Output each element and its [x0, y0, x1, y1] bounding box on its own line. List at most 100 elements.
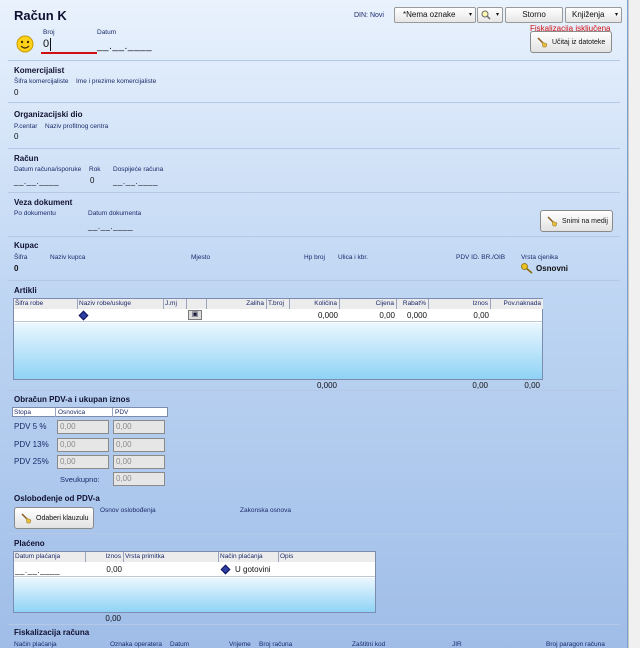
datum-input[interactable]: __.__.____ [97, 41, 152, 52]
artikli-row-rabat[interactable]: 0,000 [397, 311, 427, 320]
komercijalist-sifra-label: Šifra komercijaliste [14, 78, 69, 85]
osnov-label: Osnov oslobođenja [100, 507, 156, 514]
pdv-row-stopa: PDV 5 % [14, 422, 47, 431]
choose-clause-button[interactable]: Odaberi klauzulu [14, 507, 94, 529]
pdv-row-pdv: 0,00 [113, 438, 165, 452]
placeno-grid[interactable]: Datum plaćanja Iznos Vrsta primitka Nači… [13, 551, 376, 613]
broj-input[interactable]: 0 [41, 37, 97, 54]
org-title: Organizacijski dio [14, 110, 83, 119]
broj-label: Broj [43, 29, 55, 36]
org-naziv-label: Naziv profitnog centra [45, 123, 109, 130]
broom-icon [547, 216, 558, 227]
veza-datum-input[interactable]: __.__.____ [88, 222, 133, 231]
komercijalist-value[interactable]: 0 [14, 88, 18, 97]
search-button[interactable]: ▾ [477, 7, 503, 23]
placeno-title: Plaćeno [14, 539, 45, 548]
fiskal-col-vrijeme: Vrijeme [229, 641, 251, 648]
placeno-total: 0,00 [105, 614, 121, 623]
fiskal-col-operater: Oznaka operatera [110, 641, 163, 648]
artikli-col-zaliha[interactable]: Zaliha [207, 299, 267, 309]
choose-clause-label: Odaberi klauzulu [36, 514, 89, 522]
artikli-col-tbroj[interactable]: T.broj [267, 299, 290, 309]
racun-rok-input[interactable]: 0 [90, 176, 94, 185]
artikli-row-iznos[interactable]: 0,00 [429, 311, 489, 320]
kupac-vrsta-value[interactable]: Osnovni [536, 264, 568, 273]
lookup-icon[interactable] [220, 564, 231, 575]
artikli-row-kolicina[interactable]: 0,000 [290, 311, 338, 320]
racun-datum-label: Datum računa/isporuke [14, 166, 82, 173]
pdv-row-stopa: PDV 13% [14, 440, 49, 449]
key-icon[interactable] [521, 263, 533, 274]
calculator-icon[interactable]: ▣ [188, 310, 202, 320]
komercijalist-ime-label: Ime i prezime komercijaliste [76, 78, 157, 85]
artikli-col-empty[interactable] [187, 299, 207, 309]
placeno-col-vrsta[interactable]: Vrsta primitka [124, 552, 219, 562]
divider [8, 148, 620, 149]
storno-button[interactable]: Storno [505, 7, 563, 23]
pdv-row-osnovica: 0,00 [57, 420, 109, 434]
pdv-header: Stopa Osnovica PDV [12, 407, 168, 417]
save-to-media-label: Snimi na medij [562, 217, 608, 225]
lookup-icon[interactable] [78, 310, 89, 321]
divider [8, 624, 620, 625]
racun-datum-input[interactable]: __.__.____ [14, 177, 59, 186]
kupac-pdvid-label: PDV ID. BR./OIB [456, 254, 506, 261]
artikli-grid-body [14, 323, 542, 379]
placeno-row-iznos[interactable]: 0,00 [86, 565, 122, 574]
pdv-col-pdv: PDV [115, 409, 129, 416]
placeno-col-iznos[interactable]: Iznos [86, 552, 124, 562]
placeno-row-nacin[interactable]: U gotovini [235, 565, 271, 574]
artikli-col-iznos[interactable]: Iznos [429, 299, 491, 309]
chevron-down-icon: ▾ [495, 12, 499, 18]
artikli-col-kolicina[interactable]: Količina [290, 299, 340, 309]
knjizenja-button[interactable]: Knjiženja ▾ [565, 7, 622, 23]
broj-value: 0 [43, 38, 50, 50]
artikli-col-naziv[interactable]: Naziv robe/usluge [78, 299, 164, 309]
save-to-media-button[interactable]: Snimi na medij [540, 210, 613, 232]
racun-dospijece-input[interactable]: __.__.____ [113, 177, 158, 186]
din-label: DIN: Novi [354, 12, 384, 19]
load-from-file-button[interactable]: Učitaj iz datoteke [530, 31, 612, 53]
artikli-col-sifra[interactable]: Šifra robe [14, 299, 78, 309]
pdv-row-stopa: PDV 25% [14, 457, 49, 466]
divider [8, 490, 620, 491]
fiskal-col-nacin: Način plaćanja [14, 641, 57, 648]
artikli-col-cijena[interactable]: Cijena [340, 299, 397, 309]
artikli-row-cijena[interactable]: 0,00 [340, 311, 395, 320]
fiskal-col-paragon: Broj paragon računa [546, 641, 605, 648]
placeno-col-opis[interactable]: Opis [279, 552, 375, 562]
divider [8, 60, 620, 61]
pdv-col-osnovica: Osnovica [58, 409, 86, 416]
tag-select[interactable]: *Nema oznake ▾ [394, 7, 476, 23]
chevron-down-icon: ▾ [468, 12, 472, 18]
artikli-col-rabat[interactable]: Rabat% [397, 299, 429, 309]
kupac-title: Kupac [14, 241, 39, 250]
divider [8, 236, 620, 237]
broom-icon [537, 37, 548, 48]
datum-label: Datum [97, 29, 117, 36]
artikli-total-pov: 0,00 [524, 381, 540, 390]
vertical-scrollbar[interactable] [628, 0, 640, 648]
pdv-col-stopa: Stopa [14, 409, 31, 416]
org-value[interactable]: 0 [14, 132, 18, 141]
invoice-window: Račun K DIN: Novi *Nema oznake ▾ ▾ Storn… [0, 0, 628, 648]
placeno-col-nacin[interactable]: Način plaćanja [219, 552, 279, 562]
sveukupno-value: 0,00 [113, 472, 165, 486]
artikli-grid[interactable]: Šifra robe Naziv robe/usluge J.mj Zaliha… [13, 298, 543, 380]
sveukupno-label: Sveukupno: [60, 475, 100, 484]
artikli-col-pov[interactable]: Pov.naknada [491, 299, 543, 309]
placeno-grid-body [14, 578, 375, 612]
table-row[interactable]: __.__.____ 0,00 U gotovini [14, 562, 375, 577]
text-cursor [50, 38, 51, 51]
fiskal-title: Fiskalizacija računa [14, 628, 90, 637]
artikli-col-jmj[interactable]: J.mj [164, 299, 187, 309]
placeno-col-datum[interactable]: Datum plaćanja [14, 552, 86, 562]
kupac-sifra-value[interactable]: 0 [14, 264, 18, 273]
kupac-vrsta-label: Vrsta cjenika [521, 254, 558, 261]
placeno-row-datum[interactable]: __.__.____ [15, 566, 60, 575]
pdv-row-pdv: 0,00 [113, 420, 165, 434]
page-title: Račun K [14, 8, 67, 23]
kupac-naziv-label: Naziv kupca [50, 254, 86, 261]
table-row[interactable]: ▣ 0,000 0,00 0,000 0,00 [14, 309, 542, 322]
racun-rok-label: Rok [89, 166, 101, 173]
